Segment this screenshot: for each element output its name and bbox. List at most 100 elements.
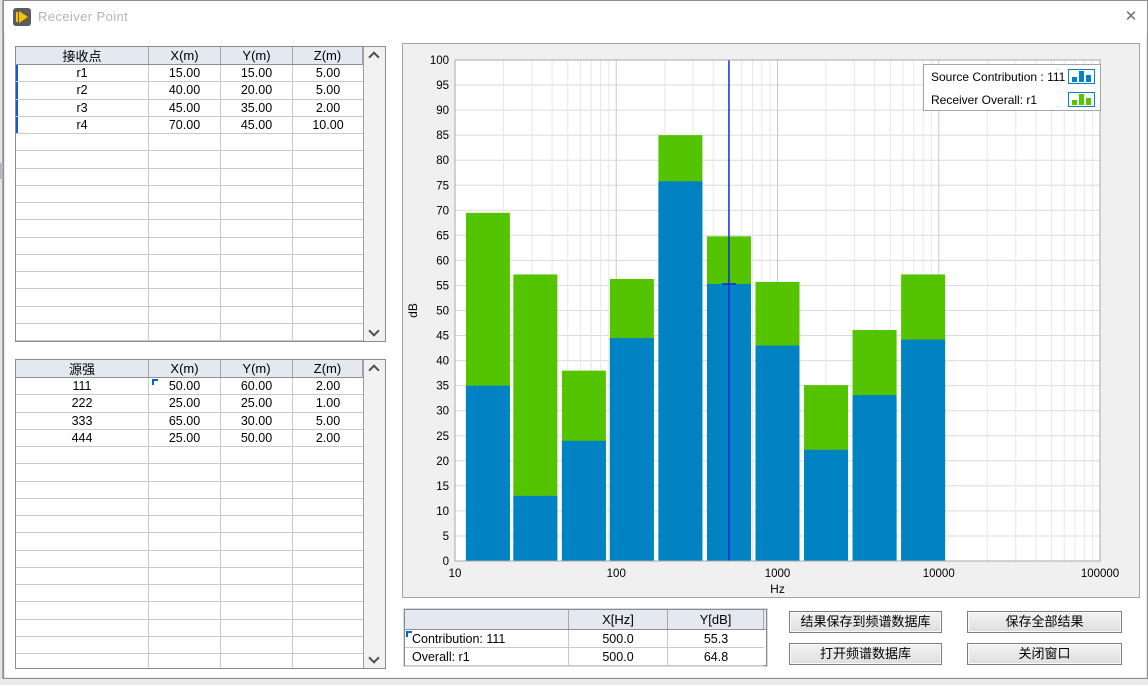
table-cell[interactable] (293, 169, 363, 186)
table-cell[interactable] (16, 447, 149, 464)
table-row[interactable] (16, 516, 363, 533)
table-cell[interactable]: 5.00 (293, 82, 363, 99)
table-cell[interactable] (149, 151, 221, 168)
table-cell[interactable] (293, 151, 363, 168)
table-cell[interactable] (293, 568, 363, 585)
table-cell[interactable] (149, 654, 221, 668)
source-table-scrollbar[interactable] (363, 360, 385, 668)
table-cell[interactable] (293, 255, 363, 272)
table-cell[interactable]: 25.00 (149, 395, 221, 412)
table-cell[interactable] (293, 551, 363, 568)
table-cell[interactable] (293, 134, 363, 151)
scroll-up-button[interactable] (364, 360, 385, 377)
table-cell[interactable] (221, 324, 293, 341)
table-cell[interactable] (16, 324, 149, 341)
receiver-table-scrollbar[interactable] (363, 47, 385, 341)
table-cell[interactable] (221, 151, 293, 168)
table-cell[interactable] (221, 255, 293, 272)
table-cell[interactable] (221, 238, 293, 255)
table-cell[interactable] (149, 255, 221, 272)
table-cell[interactable]: 10.00 (293, 117, 363, 134)
table-cell[interactable] (149, 482, 221, 499)
table-cell[interactable] (293, 533, 363, 550)
table-row[interactable] (16, 134, 363, 151)
table-cell[interactable]: 15.00 (149, 65, 221, 82)
scroll-up-button[interactable] (364, 47, 385, 64)
table-cell[interactable] (221, 289, 293, 306)
table-cell[interactable]: 444 (16, 430, 149, 447)
table-cell[interactable] (293, 324, 363, 341)
table-cell[interactable]: 45.00 (221, 117, 293, 134)
table-cell[interactable]: 15.00 (221, 65, 293, 82)
table-row[interactable]: 11150.0060.002.00 (16, 378, 363, 395)
table-cell[interactable] (149, 134, 221, 151)
table-row[interactable] (16, 307, 363, 324)
table-cell[interactable] (221, 447, 293, 464)
table-cell[interactable] (293, 602, 363, 619)
table-cell[interactable] (221, 637, 293, 654)
table-cell[interactable] (16, 289, 149, 306)
table-row[interactable] (16, 482, 363, 499)
table-row[interactable] (16, 568, 363, 585)
table-cell[interactable] (221, 551, 293, 568)
table-row[interactable] (16, 151, 363, 168)
table-row[interactable] (16, 447, 363, 464)
table-row[interactable] (16, 324, 363, 341)
table-cell[interactable]: 333 (16, 413, 149, 430)
table-cell[interactable] (149, 324, 221, 341)
table-cell[interactable] (149, 602, 221, 619)
table-cell[interactable] (221, 602, 293, 619)
table-cell[interactable] (149, 516, 221, 533)
table-cell[interactable] (221, 220, 293, 237)
table-cell[interactable] (16, 220, 149, 237)
table-cell[interactable] (149, 620, 221, 637)
table-cell[interactable] (16, 464, 149, 481)
table-cell[interactable]: 2.00 (293, 378, 363, 395)
table-cell[interactable] (149, 637, 221, 654)
table-cell[interactable] (293, 516, 363, 533)
table-row[interactable] (16, 220, 363, 237)
table-cell[interactable]: 5.00 (293, 413, 363, 430)
table-cell[interactable] (16, 602, 149, 619)
table-cell[interactable] (293, 447, 363, 464)
table-cell[interactable] (293, 464, 363, 481)
table-row[interactable] (16, 654, 363, 668)
table-row[interactable]: r115.0015.005.00 (16, 65, 363, 82)
table-cell[interactable]: 1.00 (293, 395, 363, 412)
table-cell[interactable] (16, 637, 149, 654)
table-cell[interactable] (293, 307, 363, 324)
legend-item-contribution[interactable]: Source Contribution : 111 (924, 65, 1100, 88)
table-cell[interactable] (16, 238, 149, 255)
table-cell[interactable] (149, 551, 221, 568)
table-row[interactable] (16, 585, 363, 602)
table-cell[interactable] (293, 272, 363, 289)
table-cell[interactable]: 25.00 (149, 430, 221, 447)
table-cell[interactable] (293, 499, 363, 516)
table-cell[interactable] (16, 255, 149, 272)
table-cell[interactable] (293, 203, 363, 220)
save-all-results-button[interactable]: 保存全部结果 (967, 611, 1122, 633)
table-row[interactable] (16, 289, 363, 306)
table-row[interactable]: 22225.0025.001.00 (16, 395, 363, 412)
table-cell[interactable] (16, 654, 149, 668)
table-cell[interactable] (149, 289, 221, 306)
table-cell[interactable] (221, 272, 293, 289)
table-cell[interactable]: 45.00 (149, 100, 221, 117)
table-cell[interactable] (16, 568, 149, 585)
table-cell[interactable]: r4 (16, 117, 149, 134)
table-cell[interactable] (293, 482, 363, 499)
table-cell[interactable] (221, 654, 293, 668)
table-cell[interactable]: r2 (16, 82, 149, 99)
table-row[interactable] (16, 203, 363, 220)
table-cell[interactable] (149, 220, 221, 237)
table-cell[interactable] (149, 464, 221, 481)
table-row[interactable] (16, 602, 363, 619)
table-cell[interactable] (16, 482, 149, 499)
table-cell[interactable] (16, 620, 149, 637)
source-table[interactable]: 源强X(m)Y(m)Z(m)11150.0060.002.0022225.002… (15, 359, 386, 669)
table-cell[interactable] (221, 134, 293, 151)
table-cell[interactable] (149, 568, 221, 585)
table-cell[interactable] (293, 585, 363, 602)
table-row[interactable] (16, 620, 363, 637)
table-cell[interactable]: 2.00 (293, 100, 363, 117)
